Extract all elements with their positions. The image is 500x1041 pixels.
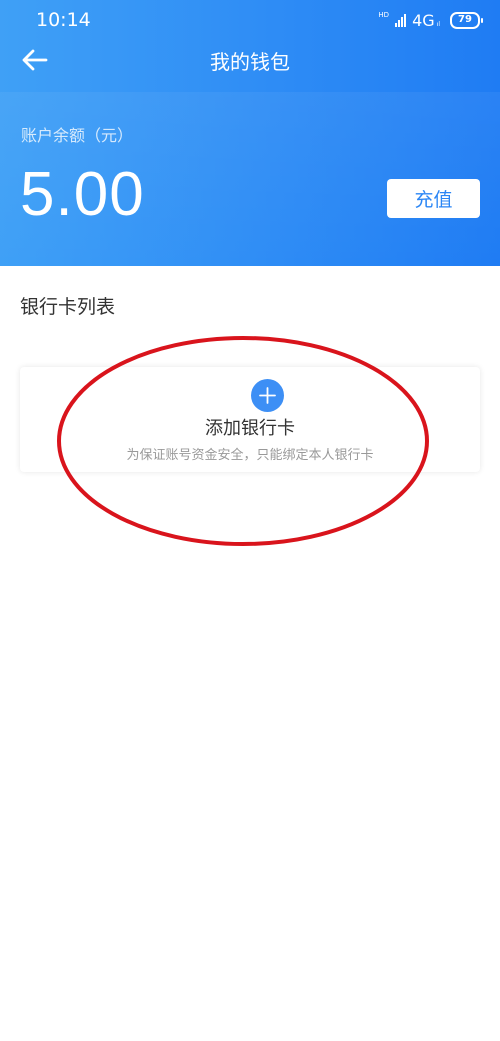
- plus-circle-icon: [251, 379, 284, 412]
- status-bar: 10:14 HD 4G ıl 79: [0, 0, 500, 40]
- status-icons: HD 4G ıl 79: [378, 10, 483, 30]
- network-activity-icon: ıl: [436, 20, 440, 28]
- wallet-header: 10:14 HD 4G ıl 79 我的钱包 账户余额（元） 5.00 充值: [0, 0, 500, 266]
- network-type: 4G: [412, 10, 435, 30]
- nav-bar: 我的钱包: [0, 40, 500, 80]
- battery-icon: 79: [450, 11, 483, 29]
- balance-label: 账户余额（元）: [21, 126, 134, 145]
- signal-icon: [395, 13, 407, 27]
- bank-card-list-title: 银行卡列表: [20, 296, 116, 318]
- add-bank-card-title: 添加银行卡: [205, 418, 295, 439]
- page-title: 我的钱包: [210, 50, 290, 74]
- add-bank-card-button[interactable]: 添加银行卡 为保证账号资金安全，只能绑定本人银行卡: [20, 367, 480, 472]
- battery-level: 79: [458, 14, 472, 25]
- balance-value: 5.00: [20, 160, 145, 229]
- status-time: 10:14: [36, 9, 91, 31]
- add-bank-card-hint: 为保证账号资金安全，只能绑定本人银行卡: [126, 448, 374, 463]
- recharge-button[interactable]: 充值: [387, 179, 480, 218]
- hd-label: HD: [378, 10, 390, 19]
